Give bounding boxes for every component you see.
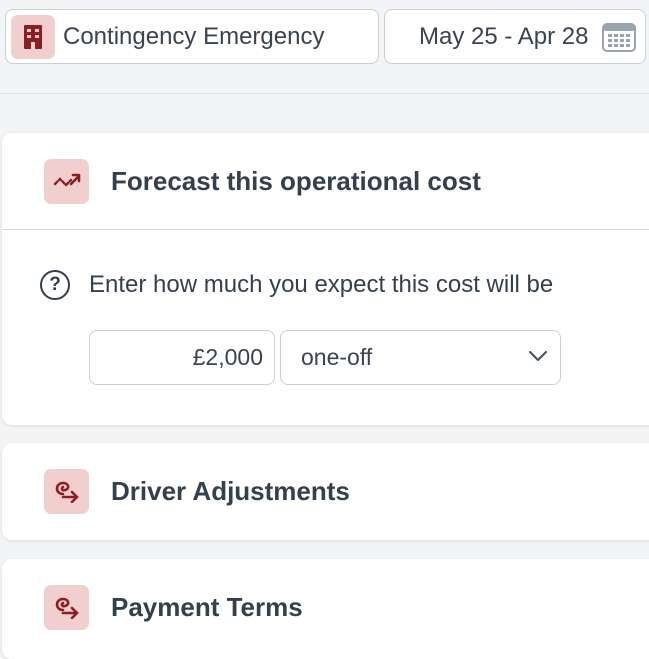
payment-terms-header[interactable]: Payment Terms	[2, 559, 649, 655]
top-bar: Contingency Emergency May 25 - Apr 28	[0, 0, 649, 94]
route-arrow-icon	[44, 468, 89, 514]
route-arrow-icon	[44, 584, 89, 630]
calendar-icon[interactable]	[602, 22, 636, 57]
entity-name: Contingency Emergency	[63, 22, 325, 50]
forecast-card-title: Forecast this operational cost	[111, 165, 481, 196]
forecast-card: Forecast this operational cost ? Enter h…	[2, 133, 649, 425]
entity-selector[interactable]: Contingency Emergency	[5, 9, 379, 64]
trend-arrow-icon	[44, 158, 89, 204]
frequency-value: one-off	[301, 344, 373, 370]
forecast-card-header[interactable]: Forecast this operational cost	[2, 133, 649, 230]
driver-adjustments-card[interactable]: Driver Adjustments	[2, 443, 649, 540]
building-icon	[11, 14, 55, 59]
payment-terms-title: Payment Terms	[111, 591, 303, 622]
frequency-select[interactable]: one-off	[280, 330, 561, 385]
chevron-down-icon	[528, 349, 548, 368]
date-range-selector[interactable]: May 25 - Apr 28	[384, 9, 646, 64]
driver-adjustments-title: Driver Adjustments	[111, 475, 350, 506]
payment-terms-card[interactable]: Payment Terms	[2, 559, 649, 659]
forecast-question: ? Enter how much you expect this cost wi…	[40, 270, 553, 300]
date-range-label: May 25 - Apr 28	[419, 22, 589, 50]
question-icon[interactable]: ?	[40, 270, 70, 300]
forecast-question-text: Enter how much you expect this cost will…	[89, 271, 554, 298]
amount-input[interactable]	[89, 330, 275, 385]
driver-adjustments-header[interactable]: Driver Adjustments	[2, 443, 649, 539]
